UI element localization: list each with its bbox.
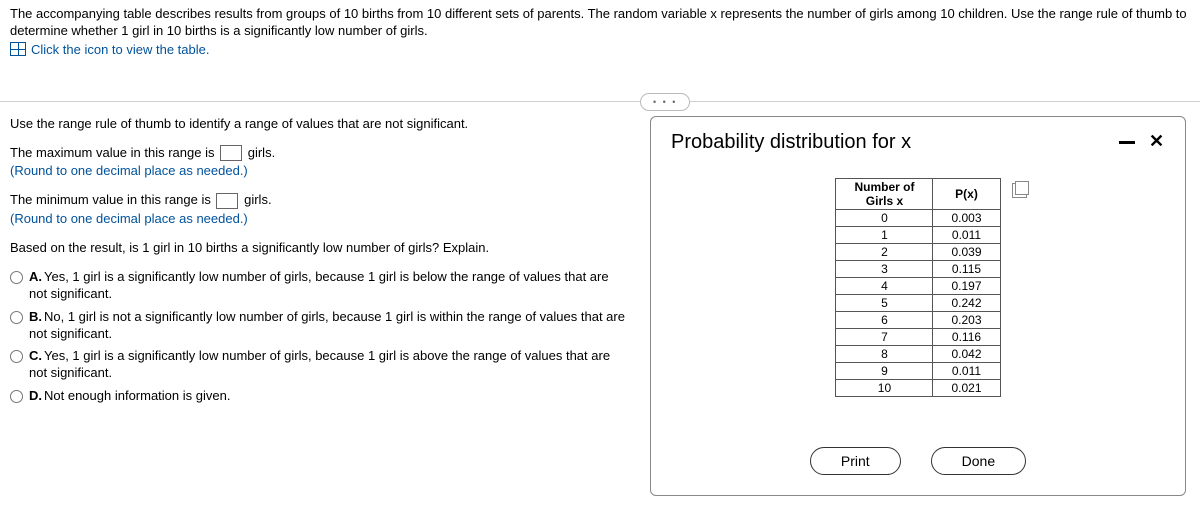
table-row: 90.011 bbox=[836, 362, 1000, 379]
divider: • • • bbox=[0, 101, 1200, 102]
choice-a[interactable]: A.Yes, 1 girl is a significantly low num… bbox=[10, 269, 630, 303]
done-button[interactable]: Done bbox=[931, 447, 1026, 475]
table-row: 100.021 bbox=[836, 379, 1000, 396]
probability-panel: Probability distribution for x ✕ Number … bbox=[650, 116, 1186, 496]
table-row: 30.115 bbox=[836, 260, 1000, 277]
panel-title: Probability distribution for x bbox=[671, 131, 911, 154]
table-row: 40.197 bbox=[836, 277, 1000, 294]
min-value-input[interactable] bbox=[216, 193, 238, 209]
range-instruction: Use the range rule of thumb to identify … bbox=[10, 116, 630, 131]
choice-d-radio[interactable] bbox=[10, 390, 23, 403]
table-icon bbox=[10, 42, 26, 56]
choice-a-radio[interactable] bbox=[10, 271, 23, 284]
copy-icon[interactable] bbox=[1012, 183, 1027, 198]
ellipsis-pill[interactable]: • • • bbox=[640, 93, 690, 111]
round-note-max: (Round to one decimal place as needed.) bbox=[10, 163, 630, 178]
view-table-text: Click the icon to view the table. bbox=[31, 42, 209, 57]
table-row: 60.203 bbox=[836, 311, 1000, 328]
max-value-line: The maximum value in this range is girls… bbox=[10, 145, 630, 162]
minimize-icon[interactable] bbox=[1119, 141, 1135, 144]
table-row: 80.042 bbox=[836, 345, 1000, 362]
prompt-text: The accompanying table describes results… bbox=[10, 6, 1190, 40]
min-value-line: The minimum value in this range is girls… bbox=[10, 192, 630, 209]
table-row: 70.116 bbox=[836, 328, 1000, 345]
choice-b[interactable]: B.No, 1 girl is not a significantly low … bbox=[10, 309, 630, 343]
table-row: 10.011 bbox=[836, 226, 1000, 243]
choice-c[interactable]: C.Yes, 1 girl is a significantly low num… bbox=[10, 348, 630, 382]
explain-prompt: Based on the result, is 1 girl in 10 bir… bbox=[10, 240, 630, 255]
question-body: Use the range rule of thumb to identify … bbox=[10, 116, 650, 496]
print-button[interactable]: Print bbox=[810, 447, 901, 475]
choice-d[interactable]: D.Not enough information is given. bbox=[10, 388, 630, 405]
probability-table: Number of Girls x P(x) 00.003 10.011 20.… bbox=[835, 178, 1000, 397]
col2-header: P(x) bbox=[933, 178, 1000, 209]
choice-b-radio[interactable] bbox=[10, 311, 23, 324]
problem-header: The accompanying table describes results… bbox=[0, 0, 1200, 61]
table-row: 50.242 bbox=[836, 294, 1000, 311]
max-value-input[interactable] bbox=[220, 145, 242, 161]
round-note-min: (Round to one decimal place as needed.) bbox=[10, 211, 630, 226]
view-table-link[interactable]: Click the icon to view the table. bbox=[10, 42, 1190, 57]
col1-header: Number of Girls x bbox=[836, 178, 933, 209]
close-icon[interactable]: ✕ bbox=[1149, 134, 1165, 150]
table-row: 20.039 bbox=[836, 243, 1000, 260]
choice-list: A.Yes, 1 girl is a significantly low num… bbox=[10, 269, 630, 405]
table-row: 00.003 bbox=[836, 209, 1000, 226]
choice-c-radio[interactable] bbox=[10, 350, 23, 363]
